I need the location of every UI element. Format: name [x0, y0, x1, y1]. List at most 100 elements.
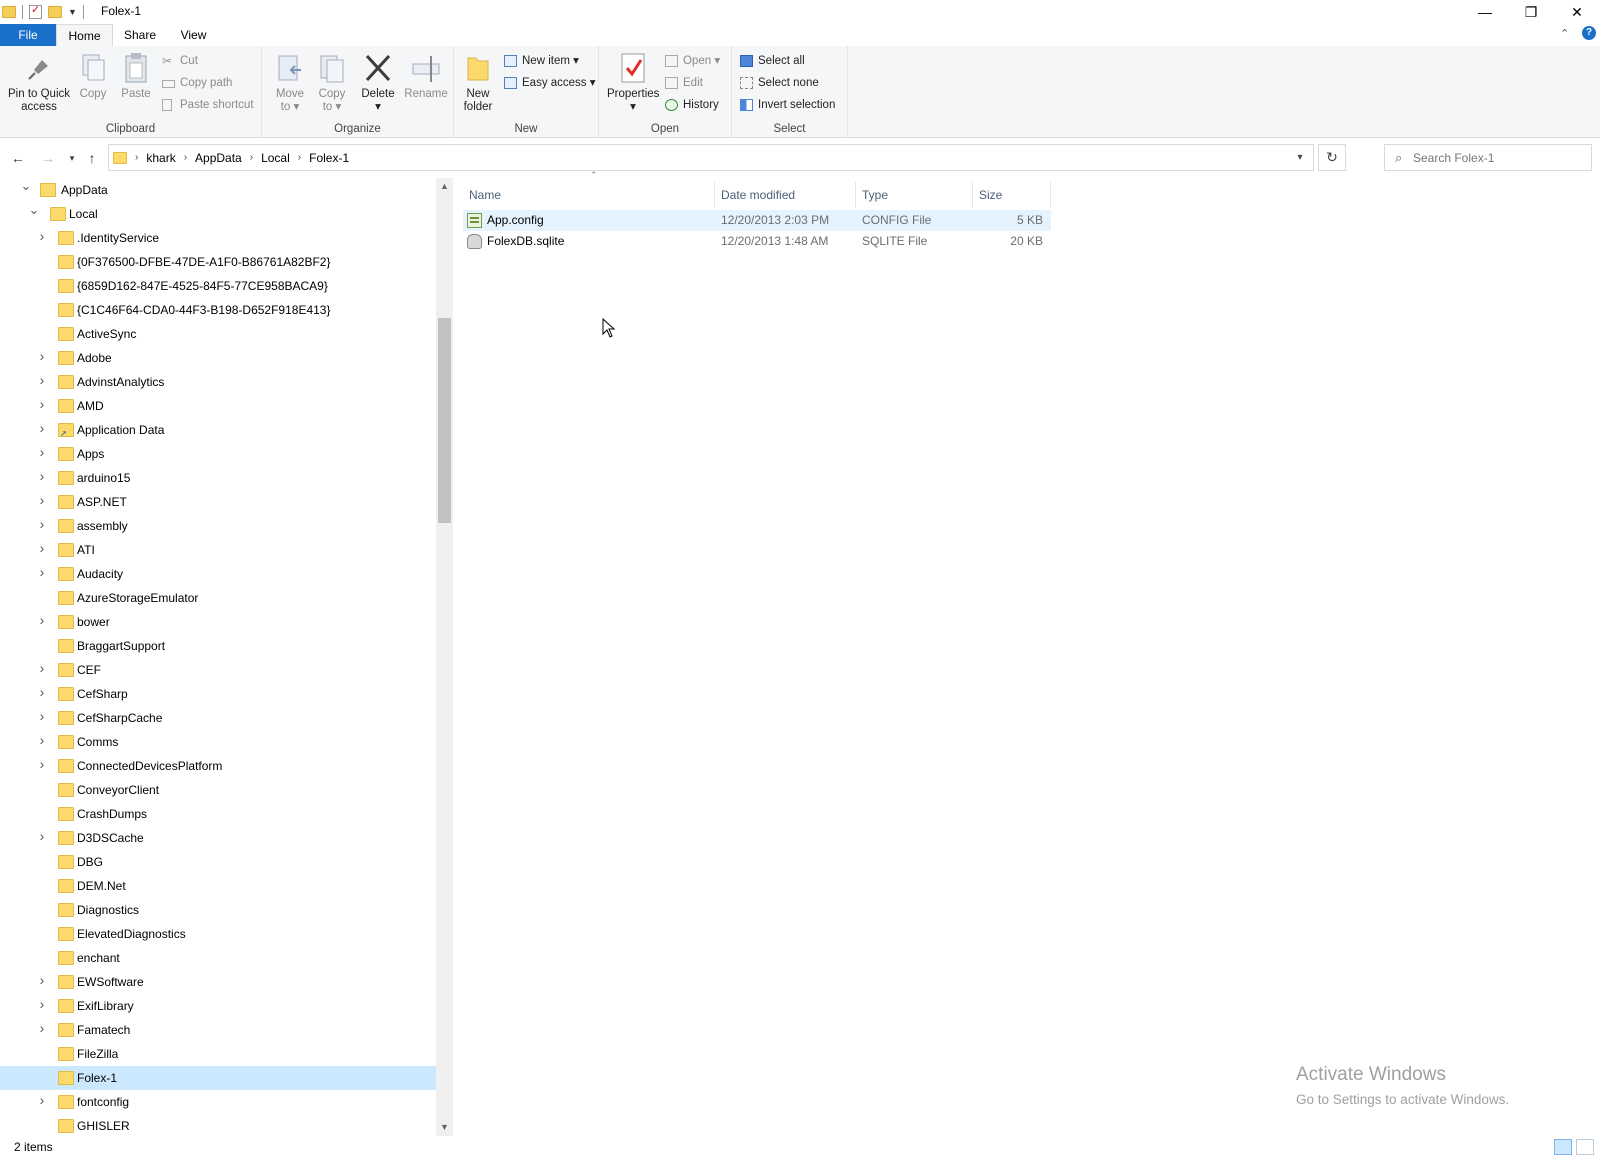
history-button[interactable]: History [665, 95, 719, 115]
tab-home[interactable]: Home [56, 24, 113, 46]
chevron-right-icon[interactable]: › [36, 349, 48, 363]
file-row[interactable]: FolexDB.sqlite 12/20/2013 1:48 AM SQLITE… [463, 231, 1051, 252]
select-none-button[interactable]: Select none [740, 73, 819, 93]
tree-item[interactable]: › CEF [0, 658, 436, 682]
paste-button[interactable]: Paste [118, 52, 154, 101]
chevron-right-icon[interactable]: › [36, 493, 48, 507]
chevron-down-icon[interactable]: ⌄ [28, 203, 40, 216]
customize-qat-chevron-icon[interactable]: ▼ [68, 7, 77, 17]
tab-view[interactable]: View [167, 24, 220, 46]
chevron-right-icon[interactable]: › [36, 229, 48, 243]
invert-selection-button[interactable]: Invert selection [740, 95, 835, 115]
tree-item[interactable]: › arduino15 [0, 466, 436, 490]
tree-item[interactable]: › .IdentityService [0, 226, 436, 250]
tree-item[interactable]: GHISLER [0, 1114, 436, 1136]
chevron-right-icon[interactable]: › [36, 1021, 48, 1035]
tree-item[interactable]: ⌄ AppData [0, 178, 436, 202]
tree-item[interactable]: › EWSoftware [0, 970, 436, 994]
tree-item[interactable]: › Famatech [0, 1018, 436, 1042]
tab-share[interactable]: Share [113, 24, 167, 46]
tree-item[interactable]: › AdvinstAnalytics [0, 370, 436, 394]
properties-dropdown[interactable]: ▾ [607, 101, 659, 114]
scroll-up-icon[interactable]: ▲ [436, 178, 453, 195]
chevron-right-icon[interactable]: › [36, 757, 48, 771]
chevron-right-icon[interactable]: › [36, 421, 48, 435]
pin-to-quick-access-button[interactable]: Pin to Quick access [6, 52, 72, 114]
tree-item[interactable]: › D3DSCache [0, 826, 436, 850]
details-view-icon[interactable] [1554, 1139, 1572, 1155]
tree-item[interactable]: ⌄ Local [0, 202, 436, 226]
chevron-right-icon[interactable]: › [36, 997, 48, 1011]
new-folder-icon[interactable] [48, 6, 62, 18]
breadcrumb-chevron-icon[interactable]: › [250, 152, 253, 163]
breadcrumb-local[interactable]: Local [261, 151, 290, 165]
tree-item[interactable]: › Application Data [0, 418, 436, 442]
tree-item[interactable]: {0F376500-DFBE-47DE-A1F0-B86761A82BF2} [0, 250, 436, 274]
chevron-right-icon[interactable]: › [36, 397, 48, 411]
breadcrumb-chevron-icon[interactable]: › [184, 152, 187, 163]
breadcrumb-folex-1[interactable]: Folex-1 [309, 151, 349, 165]
collapse-ribbon-icon[interactable]: ⌃ [1560, 27, 1569, 40]
navigation-pane-scrollbar[interactable]: ▲ ▼ [436, 178, 453, 1136]
chevron-right-icon[interactable]: › [36, 445, 48, 459]
search-input[interactable] [1413, 146, 1589, 169]
breadcrumb-appdata[interactable]: AppData [195, 151, 242, 165]
properties-button[interactable]: Properties ▾ [607, 52, 659, 114]
chevron-right-icon[interactable]: › [36, 1093, 48, 1107]
chevron-right-icon[interactable]: › [36, 469, 48, 483]
chevron-right-icon[interactable]: › [36, 661, 48, 675]
tree-item[interactable]: FileZilla [0, 1042, 436, 1066]
easy-access-button[interactable]: Easy access ▾ [504, 73, 596, 93]
chevron-right-icon[interactable]: › [36, 541, 48, 555]
address-history-chevron-icon[interactable]: ▾ [1287, 145, 1313, 170]
help-icon[interactable]: ? [1582, 26, 1596, 40]
tree-item[interactable]: {6859D162-847E-4525-84F5-77CE958BACA9} [0, 274, 436, 298]
breadcrumb-chevron-icon[interactable]: › [298, 152, 301, 163]
chevron-right-icon[interactable]: › [36, 685, 48, 699]
rename-button[interactable]: Rename [402, 52, 450, 101]
edit-button[interactable]: Edit [665, 73, 703, 93]
tree-item[interactable]: › AMD [0, 394, 436, 418]
chevron-right-icon[interactable]: › [36, 973, 48, 987]
tree-item[interactable]: CrashDumps [0, 802, 436, 826]
back-arrow-icon[interactable]: ← [8, 148, 28, 168]
tree-item[interactable]: ElevatedDiagnostics [0, 922, 436, 946]
file-row[interactable]: App.config 12/20/2013 2:03 PM CONFIG Fil… [463, 210, 1051, 231]
close-button[interactable]: ✕ [1554, 0, 1600, 24]
column-header-name[interactable]: Name [463, 182, 715, 208]
tree-item[interactable]: DBG [0, 850, 436, 874]
breadcrumb-chevron-icon[interactable]: › [135, 152, 138, 163]
tree-item[interactable]: › assembly [0, 514, 436, 538]
chevron-right-icon[interactable]: › [36, 733, 48, 747]
tree-item[interactable]: {C1C46F64-CDA0-44F3-B198-D652F918E413} [0, 298, 436, 322]
large-icons-view-icon[interactable] [1576, 1139, 1594, 1155]
tree-item[interactable]: › ATI [0, 538, 436, 562]
paste-shortcut-button[interactable]: Paste shortcut [162, 95, 254, 115]
chevron-right-icon[interactable]: › [36, 613, 48, 627]
tree-item[interactable]: › Adobe [0, 346, 436, 370]
column-header-date-modified[interactable]: Date modified [715, 182, 856, 208]
tree-item[interactable]: BraggartSupport [0, 634, 436, 658]
tree-item[interactable]: › Comms [0, 730, 436, 754]
new-folder-button[interactable]: New folder [462, 52, 494, 114]
chevron-right-icon[interactable]: › [36, 565, 48, 579]
delete-dropdown[interactable]: ▾ [358, 101, 398, 114]
recent-locations-chevron-icon[interactable]: ▾ [62, 148, 82, 168]
chevron-right-icon[interactable]: › [36, 373, 48, 387]
search-box[interactable]: ⌕ [1384, 144, 1592, 171]
tree-item[interactable]: › Audacity [0, 562, 436, 586]
address-box[interactable]: › khark › AppData › Local › Folex-1 ▾ [108, 144, 1314, 171]
tree-item[interactable]: › fontconfig [0, 1090, 436, 1114]
tab-file[interactable]: File [0, 24, 56, 46]
chevron-down-icon[interactable]: ⌄ [20, 179, 32, 192]
copy-button[interactable]: Copy [76, 52, 110, 101]
tree-item[interactable]: DEM.Net [0, 874, 436, 898]
column-header-size[interactable]: Size [973, 182, 1051, 208]
move-to-button[interactable]: Move to ▾ [272, 52, 308, 114]
chevron-right-icon[interactable]: › [36, 829, 48, 843]
refresh-icon[interactable]: ↻ [1318, 144, 1346, 171]
tree-item[interactable]: › Apps [0, 442, 436, 466]
tree-item[interactable]: ConveyorClient [0, 778, 436, 802]
copy-path-button[interactable]: Copy path [162, 73, 232, 93]
scroll-down-icon[interactable]: ▼ [436, 1119, 453, 1136]
